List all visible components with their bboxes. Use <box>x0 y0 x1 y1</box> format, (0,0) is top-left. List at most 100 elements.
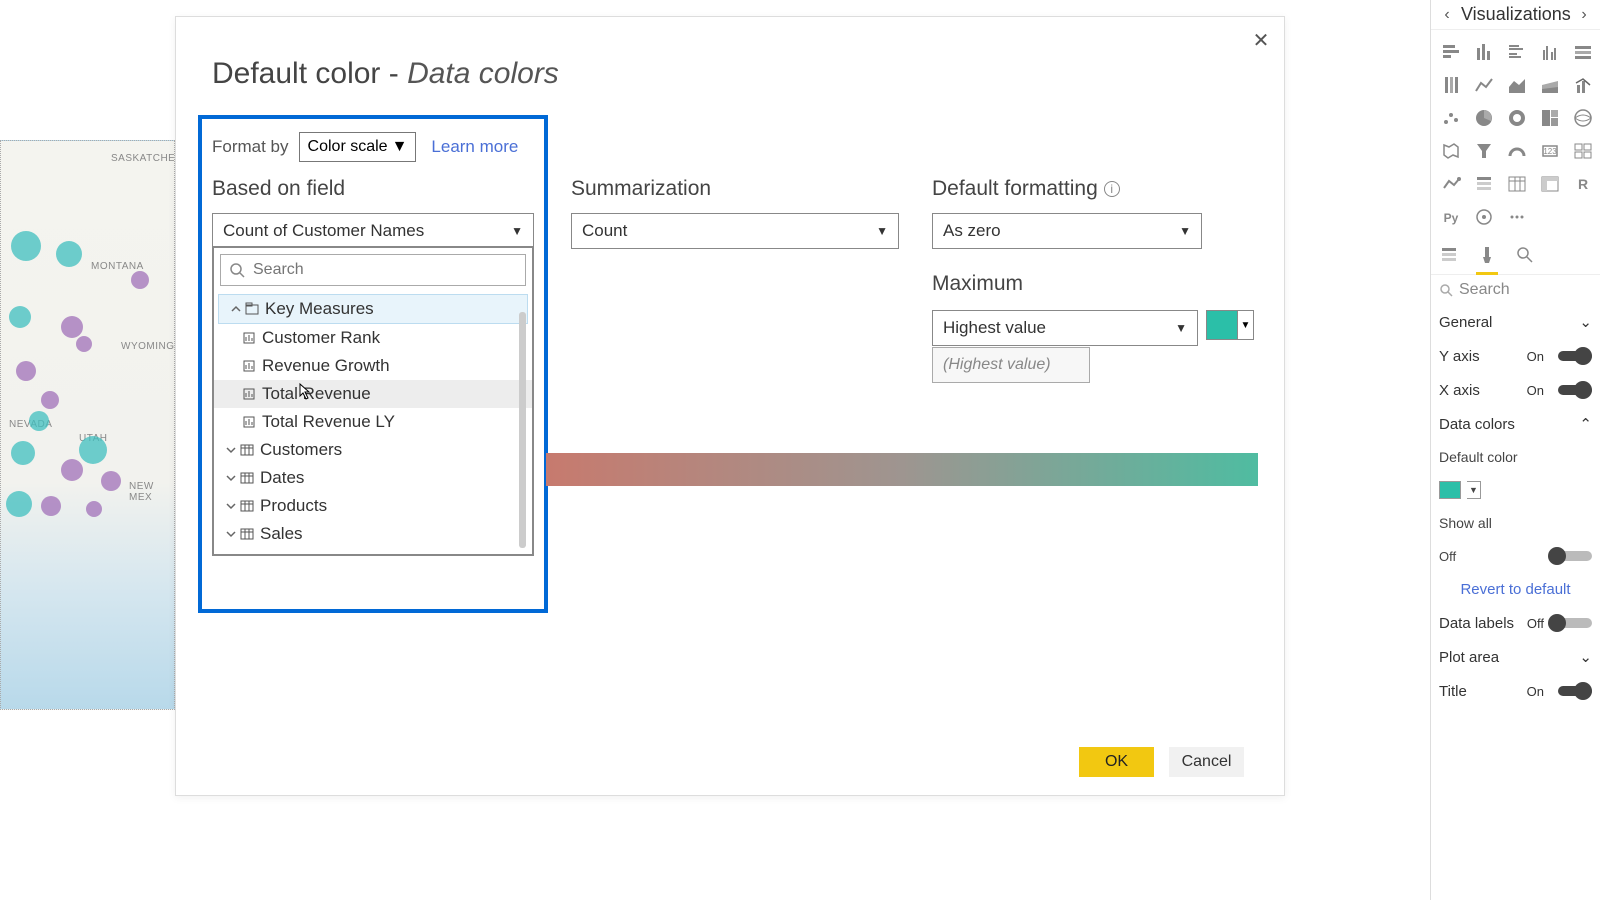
prop-general[interactable]: General⌄ <box>1439 305 1592 339</box>
close-button[interactable]: ✕ <box>1246 25 1276 55</box>
viz-pie-icon[interactable] <box>1470 104 1498 132</box>
format-search[interactable]: Search <box>1439 281 1592 299</box>
tree-table-sales[interactable]: Sales <box>214 520 532 548</box>
chevron-down-icon: ▼ <box>1179 224 1191 238</box>
info-icon[interactable]: i <box>1104 181 1120 197</box>
viz-r-icon[interactable]: R <box>1569 170 1597 198</box>
viz-filled-map-icon[interactable] <box>1437 137 1465 165</box>
panel-back-button[interactable]: ‹ <box>1437 5 1457 25</box>
map-bubble <box>11 441 35 465</box>
tree-measure[interactable]: Revenue Growth <box>214 352 532 380</box>
scrollbar[interactable] <box>519 312 526 548</box>
tree-measure[interactable]: Customer Rank <box>214 324 532 352</box>
tree-measure-total-revenue[interactable]: Total Revenue <box>214 380 532 408</box>
cancel-button[interactable]: Cancel <box>1169 747 1244 777</box>
measure-icon <box>240 388 258 400</box>
viz-table-icon[interactable] <box>1503 170 1531 198</box>
gradient-preview <box>546 453 1258 486</box>
viz-line-icon[interactable] <box>1470 71 1498 99</box>
search-input[interactable] <box>253 261 517 279</box>
default-formatting-value: As zero <box>943 221 1001 241</box>
measure-icon <box>240 360 258 372</box>
toggle[interactable] <box>1548 614 1592 632</box>
format-by-label: Format by <box>212 137 289 157</box>
tree-table-products[interactable]: Products <box>214 492 532 520</box>
toggle[interactable] <box>1548 381 1592 399</box>
viz-scatter-icon[interactable] <box>1437 104 1465 132</box>
map-label: SASKATCHEWAN <box>111 153 175 164</box>
prop-show-all-toggle[interactable]: Off <box>1439 539 1592 573</box>
format-tab[interactable] <box>1477 245 1497 270</box>
viz-treemap-icon[interactable] <box>1536 104 1564 132</box>
default-formatting-select[interactable]: As zero ▼ <box>932 213 1202 249</box>
maximum-input[interactable]: (Highest value) <box>932 347 1090 383</box>
search-placeholder: Search <box>1459 281 1510 299</box>
viz-clustered-bar-icon[interactable] <box>1503 38 1531 66</box>
tree-measure[interactable]: Total Revenue LY <box>214 408 532 436</box>
chevron-up-icon <box>229 304 243 314</box>
tree-label: Key Measures <box>265 299 374 319</box>
viz-area-icon[interactable] <box>1503 71 1531 99</box>
maximum-select[interactable]: Highest value▼ <box>932 310 1198 346</box>
summarization-select[interactable]: Count▼ <box>571 213 899 249</box>
prop-plot-area[interactable]: Plot area⌄ <box>1439 640 1592 674</box>
toggle[interactable] <box>1548 682 1592 700</box>
fields-tab[interactable] <box>1439 245 1459 270</box>
based-on-field-select[interactable]: Count of Customer Names ▼ <box>212 213 534 249</box>
prop-data-labels[interactable]: Data labelsOff <box>1439 606 1592 640</box>
tree-table-customers[interactable]: Customers <box>214 436 532 464</box>
measure-icon <box>240 416 258 428</box>
viz-more-icon[interactable] <box>1503 203 1531 231</box>
tree-label: Total Revenue <box>262 384 371 404</box>
toggle[interactable] <box>1548 547 1592 565</box>
viz-funnel-icon[interactable] <box>1470 137 1498 165</box>
search-icon <box>1439 283 1453 297</box>
tree-label: Customers <box>260 440 342 460</box>
prop-default-color: Default color <box>1439 441 1592 473</box>
toggle[interactable] <box>1548 347 1592 365</box>
map-bubble <box>86 501 102 517</box>
viz-map-icon[interactable] <box>1569 104 1597 132</box>
panel-title: Visualizations <box>1461 4 1574 25</box>
viz-kpi-icon[interactable] <box>1437 170 1465 198</box>
viz-card-icon[interactable]: 123 <box>1536 137 1564 165</box>
viz-clustered-column-icon[interactable] <box>1536 38 1564 66</box>
analytics-tab[interactable] <box>1515 245 1535 270</box>
prop-data-colors[interactable]: Data colors⌃ <box>1439 407 1592 441</box>
viz-donut-icon[interactable] <box>1503 104 1531 132</box>
title-italic: Data colors <box>407 57 559 90</box>
viz-line-column-icon[interactable] <box>1569 71 1597 99</box>
viz-stacked-area-icon[interactable] <box>1536 71 1564 99</box>
tree-group-key-measures[interactable]: Key Measures <box>218 294 528 324</box>
map-bubble <box>11 231 41 261</box>
chevron-down-icon: ▼ <box>511 224 523 238</box>
viz-python-icon[interactable]: Py <box>1437 203 1465 231</box>
learn-more-link[interactable]: Learn more <box>431 137 518 157</box>
tree-table-dates[interactable]: Dates <box>214 464 532 492</box>
prop-yaxis[interactable]: Y axisOn <box>1439 339 1592 373</box>
revert-link[interactable]: Revert to default <box>1439 573 1592 606</box>
search-row[interactable] <box>220 254 526 286</box>
viz-100-stacked-column-icon[interactable] <box>1437 71 1465 99</box>
prop-default-color-swatch[interactable]: ▼ <box>1439 473 1592 507</box>
viz-stacked-bar-icon[interactable] <box>1437 38 1465 66</box>
color-swatch <box>1439 481 1461 499</box>
viz-stacked-column-icon[interactable] <box>1470 38 1498 66</box>
viz-gauge-icon[interactable] <box>1503 137 1531 165</box>
map-bubble <box>101 471 121 491</box>
viz-arcgis-icon[interactable] <box>1470 203 1498 231</box>
prop-title[interactable]: TitleOn <box>1439 674 1592 708</box>
prop-xaxis[interactable]: X axisOn <box>1439 373 1592 407</box>
viz-multicard-icon[interactable] <box>1569 137 1597 165</box>
ok-button[interactable]: OK <box>1079 747 1154 777</box>
viz-matrix-icon[interactable] <box>1536 170 1564 198</box>
map-label: WYOMING <box>121 341 175 352</box>
table-icon <box>238 527 256 541</box>
default-formatting-head: Default formattingi <box>932 177 1120 201</box>
viz-100-stacked-bar-icon[interactable] <box>1569 38 1597 66</box>
panel-forward-button[interactable]: › <box>1574 5 1594 25</box>
format-by-select[interactable]: Color scale▼ <box>299 132 417 162</box>
viz-slicer-icon[interactable] <box>1470 170 1498 198</box>
tree-label: Total Revenue LY <box>262 412 395 432</box>
max-color-picker[interactable]: ▼ <box>1206 310 1254 340</box>
